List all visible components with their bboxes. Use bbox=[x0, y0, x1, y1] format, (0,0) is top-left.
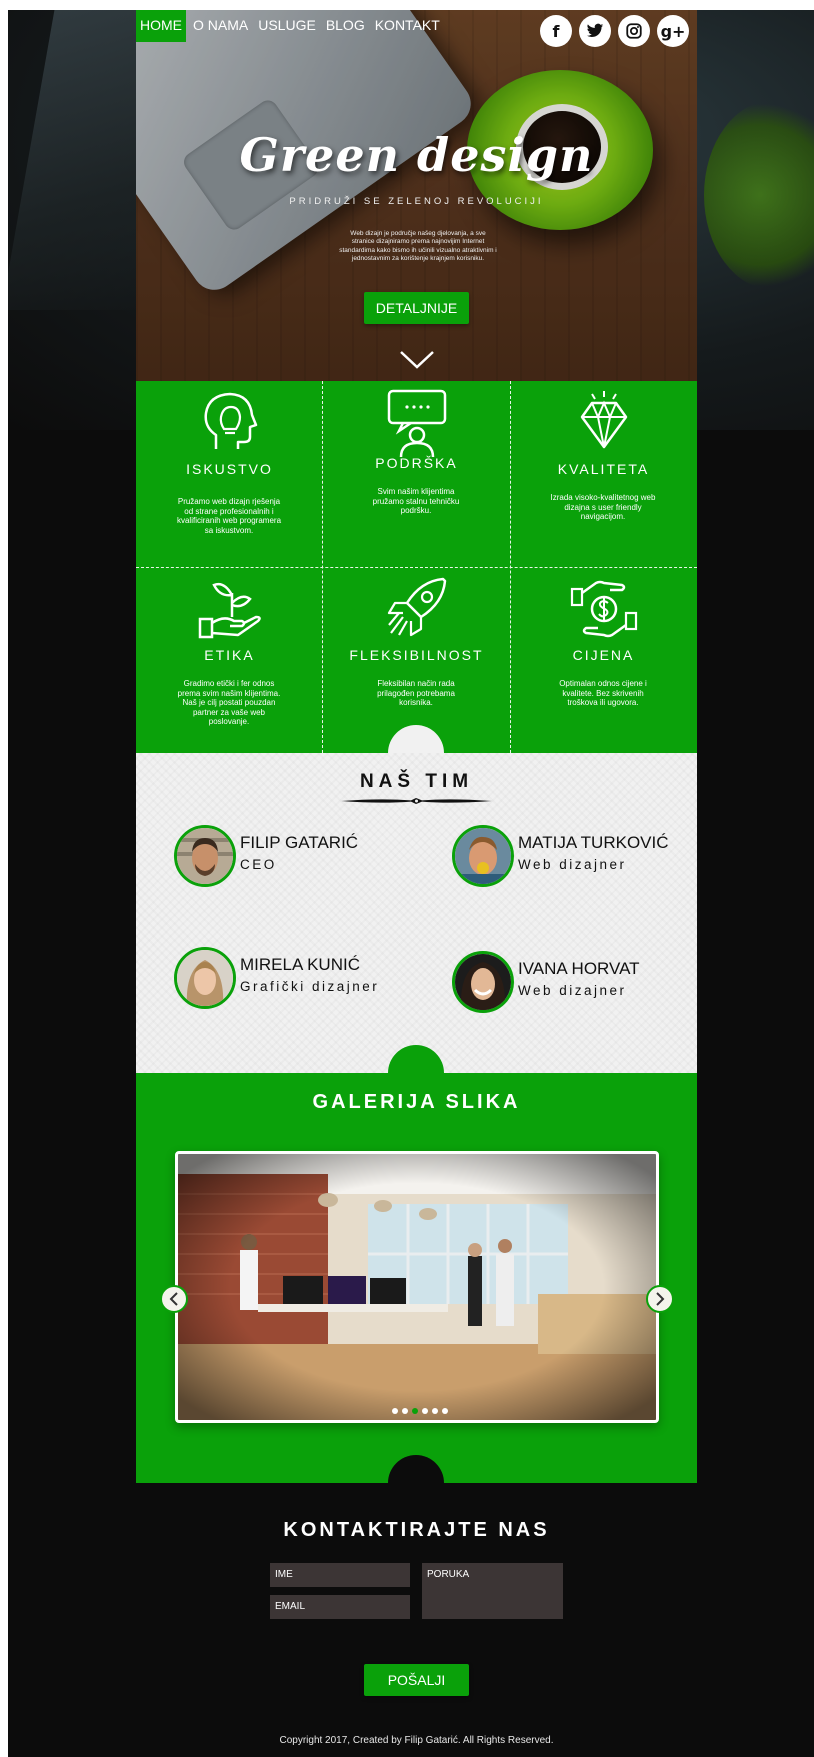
feature-title: CIJENA bbox=[572, 647, 635, 663]
feature-title: KVALITETA bbox=[557, 461, 650, 477]
diamond-icon bbox=[580, 391, 628, 449]
email-field[interactable]: EMAIL bbox=[270, 1595, 410, 1619]
hero-description: Web dizajn je područje našeg djelovanja,… bbox=[339, 230, 497, 262]
member-role: Web dizajner bbox=[518, 857, 627, 872]
instagram-glyph bbox=[626, 23, 642, 39]
member-name: FILIP GATARIĆ bbox=[240, 833, 359, 852]
team-member: IVANA HORVAT Web dizajner bbox=[452, 951, 692, 1021]
chevron-down-icon[interactable] bbox=[399, 350, 435, 370]
support-chat-icon bbox=[387, 389, 447, 458]
nav-item-kontakt[interactable]: KONTAKT bbox=[372, 10, 443, 42]
prev-slide-button[interactable] bbox=[160, 1285, 188, 1313]
google-plus-icon[interactable]: g+ bbox=[657, 15, 689, 47]
feature-title: ISKUSTVO bbox=[186, 461, 273, 477]
main-nav: HOME O NAMA USLUGE BLOG KONTAKT bbox=[136, 10, 447, 42]
member-role: Grafički dizajner bbox=[240, 979, 380, 994]
hero-section: HOME O NAMA USLUGE BLOG KONTAKT f g+ Gre… bbox=[136, 10, 697, 381]
feature-text: Svim našim klijentima pružamo stalnu teh… bbox=[372, 487, 460, 515]
feature-title: ETIKA bbox=[204, 647, 255, 663]
rocket-icon bbox=[387, 577, 447, 637]
slide-dot[interactable] bbox=[432, 1408, 438, 1414]
send-button[interactable]: POŠALJI bbox=[364, 1664, 469, 1696]
twitter-icon[interactable] bbox=[579, 15, 611, 47]
twitter-bird-glyph bbox=[586, 23, 604, 38]
feature-text: Gradimo etički i fer odnos prema svim na… bbox=[177, 679, 281, 726]
slide-dot-active[interactable] bbox=[412, 1408, 418, 1414]
nav-item-home[interactable]: HOME bbox=[136, 10, 186, 42]
gallery-title: GALERIJA SLIKA bbox=[312, 1091, 521, 1113]
member-name: MATIJA TURKOVIĆ bbox=[518, 833, 669, 852]
features-section: ISKUSTVO Pružamo web dizajn rješenja od … bbox=[136, 381, 697, 753]
plant-hand-icon bbox=[198, 582, 261, 639]
avatar-image bbox=[455, 828, 511, 884]
slide-dot[interactable] bbox=[442, 1408, 448, 1414]
slide-dot[interactable] bbox=[422, 1408, 428, 1414]
team-member: FILIP GATARIĆ CEO bbox=[174, 825, 404, 895]
member-name: MIRELA KUNIĆ bbox=[240, 955, 360, 974]
nav-item-usluge[interactable]: USLUGE bbox=[255, 10, 319, 42]
section-divider-bump bbox=[388, 1045, 444, 1073]
member-name: IVANA HORVAT bbox=[518, 959, 640, 978]
feature-title: FLEKSIBILNOST bbox=[349, 647, 484, 663]
nav-item-o-nama[interactable]: O NAMA bbox=[190, 10, 251, 42]
feature-kvaliteta: KVALITETA Izrada visoko-kvalitetnog web … bbox=[510, 381, 697, 567]
office-photo bbox=[178, 1154, 656, 1420]
hero-subtitle: PRIDRUŽI SE ZELENOJ REVOLUCIJI bbox=[289, 196, 544, 207]
gallery-section: GALERIJA SLIKA bbox=[136, 1073, 697, 1483]
feature-text: Izrada visoko-kvalitetnog web dizajna s … bbox=[550, 493, 656, 521]
facebook-icon[interactable]: f bbox=[540, 15, 572, 47]
feature-etika: ETIKA Gradimo etički i fer odnos prema s… bbox=[136, 567, 323, 753]
lightbulb-head-icon bbox=[204, 392, 258, 449]
member-role: Web dizajner bbox=[518, 983, 627, 998]
section-divider-bump bbox=[388, 1455, 444, 1483]
team-section: NAŠ TIM FILIP GATARIĆ CEO MATIJA TURKOVI… bbox=[136, 753, 697, 1073]
member-role: CEO bbox=[240, 857, 277, 872]
chevron-right-icon bbox=[656, 1292, 665, 1306]
team-member: MATIJA TURKOVIĆ Web dizajner bbox=[452, 825, 692, 895]
details-button[interactable]: DETALJNIJE bbox=[364, 292, 469, 324]
slide-indicators bbox=[178, 1408, 656, 1414]
title-ornament bbox=[341, 798, 492, 804]
message-field[interactable]: PORUKA bbox=[422, 1563, 563, 1619]
feature-text: Fleksibilan način rada prilagođen potreb… bbox=[377, 679, 455, 707]
avatar bbox=[174, 947, 236, 1009]
feature-text: Optimalan odnos cijene i kvalitete. Bez … bbox=[559, 679, 647, 707]
feature-cijena: CIJENA Optimalan odnos cijene i kvalitet… bbox=[510, 567, 697, 753]
main-content: HOME O NAMA USLUGE BLOG KONTAKT f g+ Gre… bbox=[136, 10, 697, 1757]
avatar-image bbox=[177, 828, 233, 884]
money-hands-icon bbox=[570, 580, 638, 638]
contact-title: KONTAKTIRAJTE NAS bbox=[283, 1519, 550, 1541]
next-slide-button[interactable] bbox=[646, 1285, 674, 1313]
avatar-image bbox=[455, 954, 511, 1010]
avatar-image bbox=[177, 950, 233, 1006]
avatar bbox=[452, 951, 514, 1013]
feature-podrska: PODRŠKA Svim našim klijentima pružamo st… bbox=[323, 381, 510, 567]
copyright-text: Copyright 2017, Created by Filip Gatarić… bbox=[279, 1735, 554, 1746]
feature-title: PODRŠKA bbox=[375, 455, 458, 471]
chevron-left-icon bbox=[169, 1292, 178, 1306]
slide-dot[interactable] bbox=[402, 1408, 408, 1414]
slide-dot[interactable] bbox=[392, 1408, 398, 1414]
hero-title: Green design bbox=[239, 128, 594, 182]
feature-iskustvo: ISKUSTVO Pružamo web dizajn rješenja od … bbox=[136, 381, 323, 567]
feature-text: Pružamo web dizajn rješenja od strane pr… bbox=[176, 497, 282, 535]
gallery-slide-image bbox=[175, 1151, 659, 1423]
instagram-icon[interactable] bbox=[618, 15, 650, 47]
team-title: NAŠ TIM bbox=[359, 771, 474, 792]
team-member: MIRELA KUNIĆ Grafički dizajner bbox=[174, 947, 404, 1017]
nav-item-blog[interactable]: BLOG bbox=[323, 10, 368, 42]
avatar bbox=[174, 825, 236, 887]
contact-section: KONTAKTIRAJTE NAS IME EMAIL PORUKA POŠAL… bbox=[136, 1483, 697, 1757]
social-links: f g+ bbox=[540, 15, 689, 47]
name-field[interactable]: IME bbox=[270, 1563, 410, 1587]
avatar bbox=[452, 825, 514, 887]
